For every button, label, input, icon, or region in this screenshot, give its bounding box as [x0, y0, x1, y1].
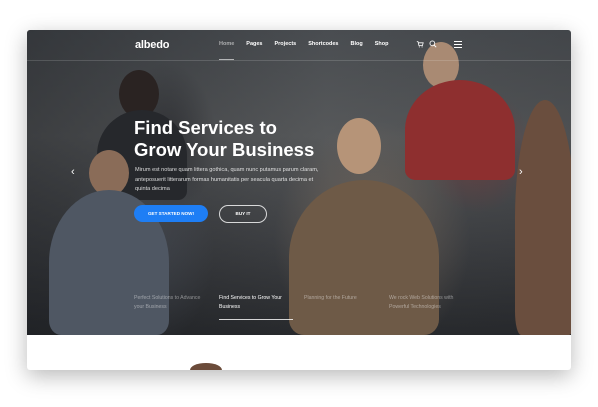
- menu-item-home[interactable]: Home: [219, 41, 235, 60]
- slide-tab-2[interactable]: Find Services to Grow Your Business: [219, 294, 294, 320]
- avatar: [190, 363, 222, 370]
- nav-divider: [27, 60, 571, 61]
- hero-headline-line2: Grow Your Business: [134, 139, 315, 160]
- menu-icon[interactable]: [454, 41, 462, 50]
- buy-it-button[interactable]: BUY IT: [219, 205, 267, 223]
- person-image: [289, 180, 439, 335]
- slide-tab-4[interactable]: We rock Web Solutions with Powerful Tech…: [389, 294, 464, 311]
- nav-icons: [416, 40, 437, 48]
- menu-item-shop[interactable]: Shop: [375, 41, 389, 47]
- hero-subtext: Mirum est notare quam littera gothica, q…: [135, 167, 319, 192]
- person-image: [405, 80, 515, 180]
- slide-tab-3[interactable]: Planning for the Future: [304, 294, 379, 303]
- menu-item-pages[interactable]: Pages: [246, 41, 262, 47]
- search-icon[interactable]: [429, 40, 437, 48]
- person-image: [515, 100, 571, 335]
- logo[interactable]: albedo: [135, 39, 169, 51]
- slide-tab-1[interactable]: Perfect Solutions to Advance your Busine…: [134, 294, 209, 311]
- main-menu: Home Pages Projects Shortcodes Blog Shop: [219, 41, 400, 60]
- hero-headline-line1: Find Services to: [134, 117, 277, 138]
- browser-frame: albedo Home Pages Projects Shortcodes Bl…: [27, 30, 571, 370]
- cart-icon[interactable]: [416, 40, 424, 48]
- menu-item-blog[interactable]: Blog: [350, 41, 362, 47]
- menu-item-shortcodes[interactable]: Shortcodes: [308, 41, 338, 47]
- prev-arrow-icon[interactable]: ‹: [71, 166, 75, 178]
- hero-headline: Find Services to Grow Your Business: [134, 117, 364, 161]
- menu-item-projects[interactable]: Projects: [275, 41, 297, 47]
- get-started-button[interactable]: GET STARTED NOW!: [134, 205, 208, 222]
- next-arrow-icon[interactable]: ›: [519, 166, 523, 178]
- top-navbar: albedo Home Pages Projects Shortcodes Bl…: [27, 30, 571, 60]
